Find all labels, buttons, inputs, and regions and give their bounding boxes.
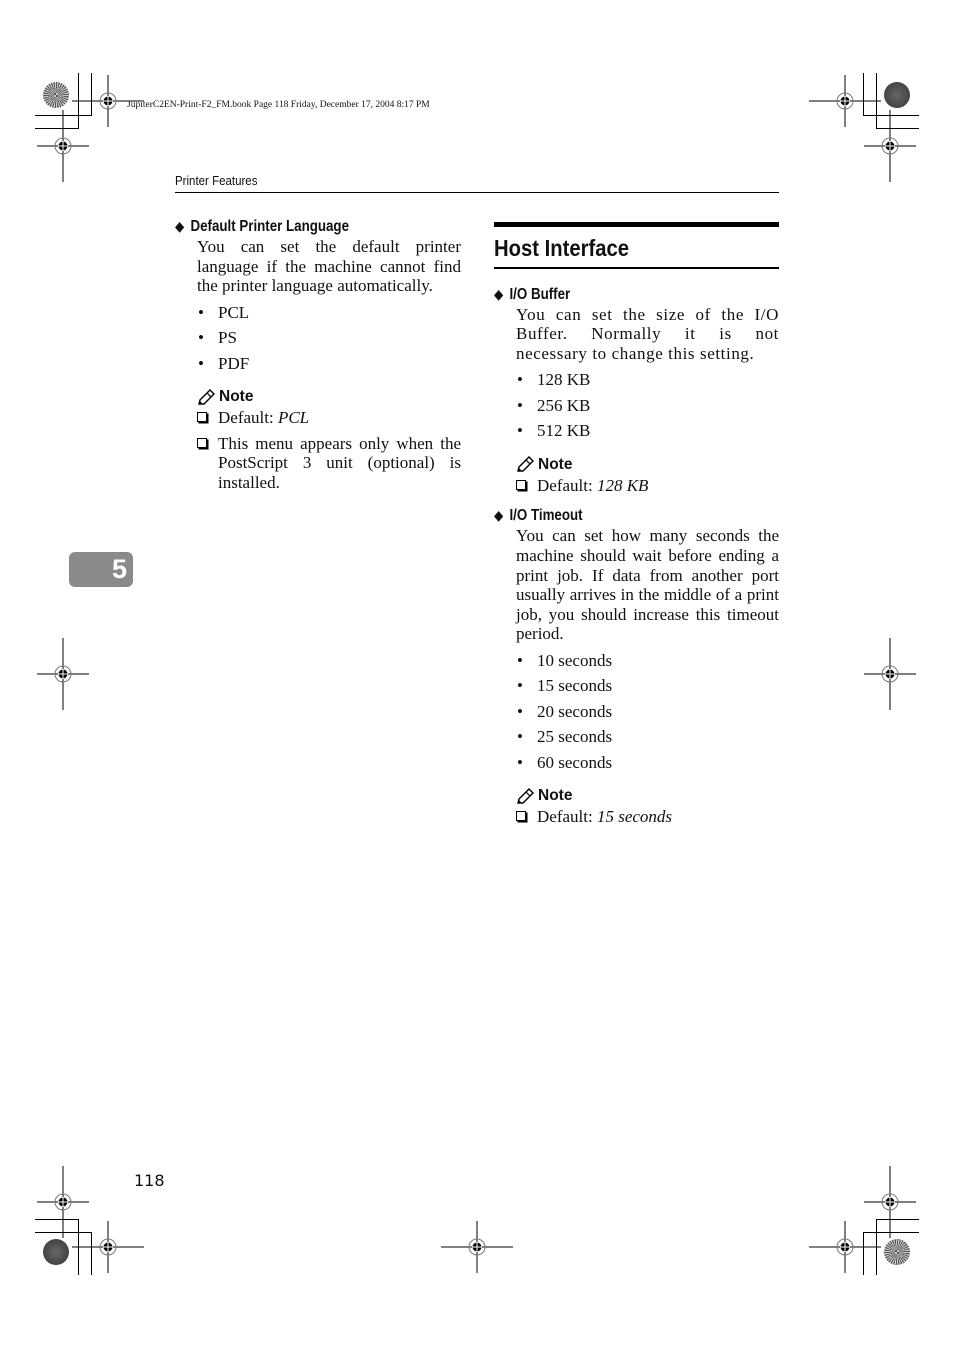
- color-target-icon: [884, 82, 910, 108]
- note-heading: Note: [516, 456, 779, 474]
- registration-mark-icon: [27, 110, 99, 187]
- bullet-icon: •: [517, 370, 523, 390]
- section-rule-top: [494, 222, 779, 227]
- subhead-io-timeout: ◆ I/O Timeout: [494, 507, 583, 525]
- bullet-icon: •: [517, 676, 523, 696]
- diamond-bullet-icon: ◆: [494, 507, 504, 524]
- list-item: • 20 seconds: [516, 699, 779, 725]
- bullet-icon: •: [517, 421, 523, 441]
- note-heading: Note: [516, 787, 779, 805]
- description: You can set how many seconds the machine…: [516, 526, 779, 644]
- left-column: ◆ Default Printer Language You can set th…: [175, 216, 461, 499]
- bullet-icon: •: [198, 302, 204, 322]
- note-item: Default: 128 KB: [516, 476, 779, 496]
- option-list: • PCL • PS • PDF: [197, 300, 461, 377]
- list-item: • 256 KB: [516, 393, 779, 419]
- list-item: • 25 seconds: [516, 724, 779, 750]
- registration-mark-icon: [27, 638, 99, 715]
- bullet-icon: •: [517, 727, 523, 747]
- subhead-default-printer-language: ◆ Default Printer Language: [175, 218, 349, 235]
- checkbox-icon: [197, 412, 207, 423]
- checkbox-icon: [197, 437, 207, 448]
- pencil-icon: [517, 456, 534, 472]
- list-item: • 60 seconds: [516, 750, 779, 776]
- checkbox-icon: [516, 479, 526, 490]
- description: You can set the default printer language…: [197, 237, 461, 296]
- diamond-bullet-icon: ◆: [494, 285, 504, 302]
- note-list: Default: 128 KB: [516, 476, 779, 496]
- right-column: Host Interface ◆ I/O Buffer You can set t…: [494, 222, 779, 833]
- bullet-icon: •: [517, 701, 523, 721]
- list-item: • 128 KB: [516, 367, 779, 393]
- note-list: Default: 15 seconds: [516, 807, 779, 827]
- list-item: • 512 KB: [516, 418, 779, 444]
- page-number: 118: [134, 1171, 165, 1190]
- subhead-io-buffer: ◆ I/O Buffer: [494, 285, 571, 303]
- registration-mark-icon: [441, 1211, 513, 1288]
- chapter-tab: 5: [69, 552, 133, 587]
- option-list: • 10 seconds • 15 seconds • 20 seconds • 25 …: [516, 648, 779, 776]
- pencil-icon: [517, 787, 534, 804]
- option-list: • 128 KB • 256 KB • 512 KB: [516, 367, 779, 444]
- description: You can set the size of the I/O Buffer. …: [516, 304, 779, 363]
- list-item: • 15 seconds: [516, 673, 779, 699]
- bullet-icon: •: [198, 328, 204, 348]
- note-item: Default: PCL: [197, 408, 461, 428]
- pencil-icon: [198, 388, 215, 405]
- book-info: JupiterC2EN-Print-F2_FM.book Page 118 Fr…: [127, 100, 430, 110]
- note-item: This menu appears only when the PostScri…: [197, 434, 461, 493]
- section-title: Host Interface: [494, 235, 629, 261]
- header-rule: [175, 192, 779, 193]
- registration-mark-icon: [854, 110, 926, 187]
- bullet-icon: •: [517, 650, 523, 670]
- registration-mark-icon: [72, 1211, 144, 1288]
- note-heading: Note: [197, 388, 461, 406]
- checkbox-icon: [516, 811, 526, 822]
- list-item: • 10 seconds: [516, 648, 779, 674]
- list-item: • PDF: [197, 351, 461, 377]
- bullet-icon: •: [517, 395, 523, 415]
- diamond-bullet-icon: ◆: [175, 218, 185, 234]
- color-target-icon: [43, 82, 69, 108]
- bullet-icon: •: [517, 752, 523, 772]
- section-rule-bottom: [494, 267, 779, 269]
- bullet-icon: •: [198, 353, 204, 373]
- registration-mark-icon: [854, 638, 926, 715]
- note-item: Default: 15 seconds: [516, 807, 779, 827]
- list-item: • PS: [197, 325, 461, 351]
- running-head: Printer Features: [175, 174, 258, 188]
- list-item: • PCL: [197, 300, 461, 326]
- registration-mark-icon: [854, 1166, 926, 1243]
- note-list: Default: PCL This menu appears only when…: [197, 408, 461, 492]
